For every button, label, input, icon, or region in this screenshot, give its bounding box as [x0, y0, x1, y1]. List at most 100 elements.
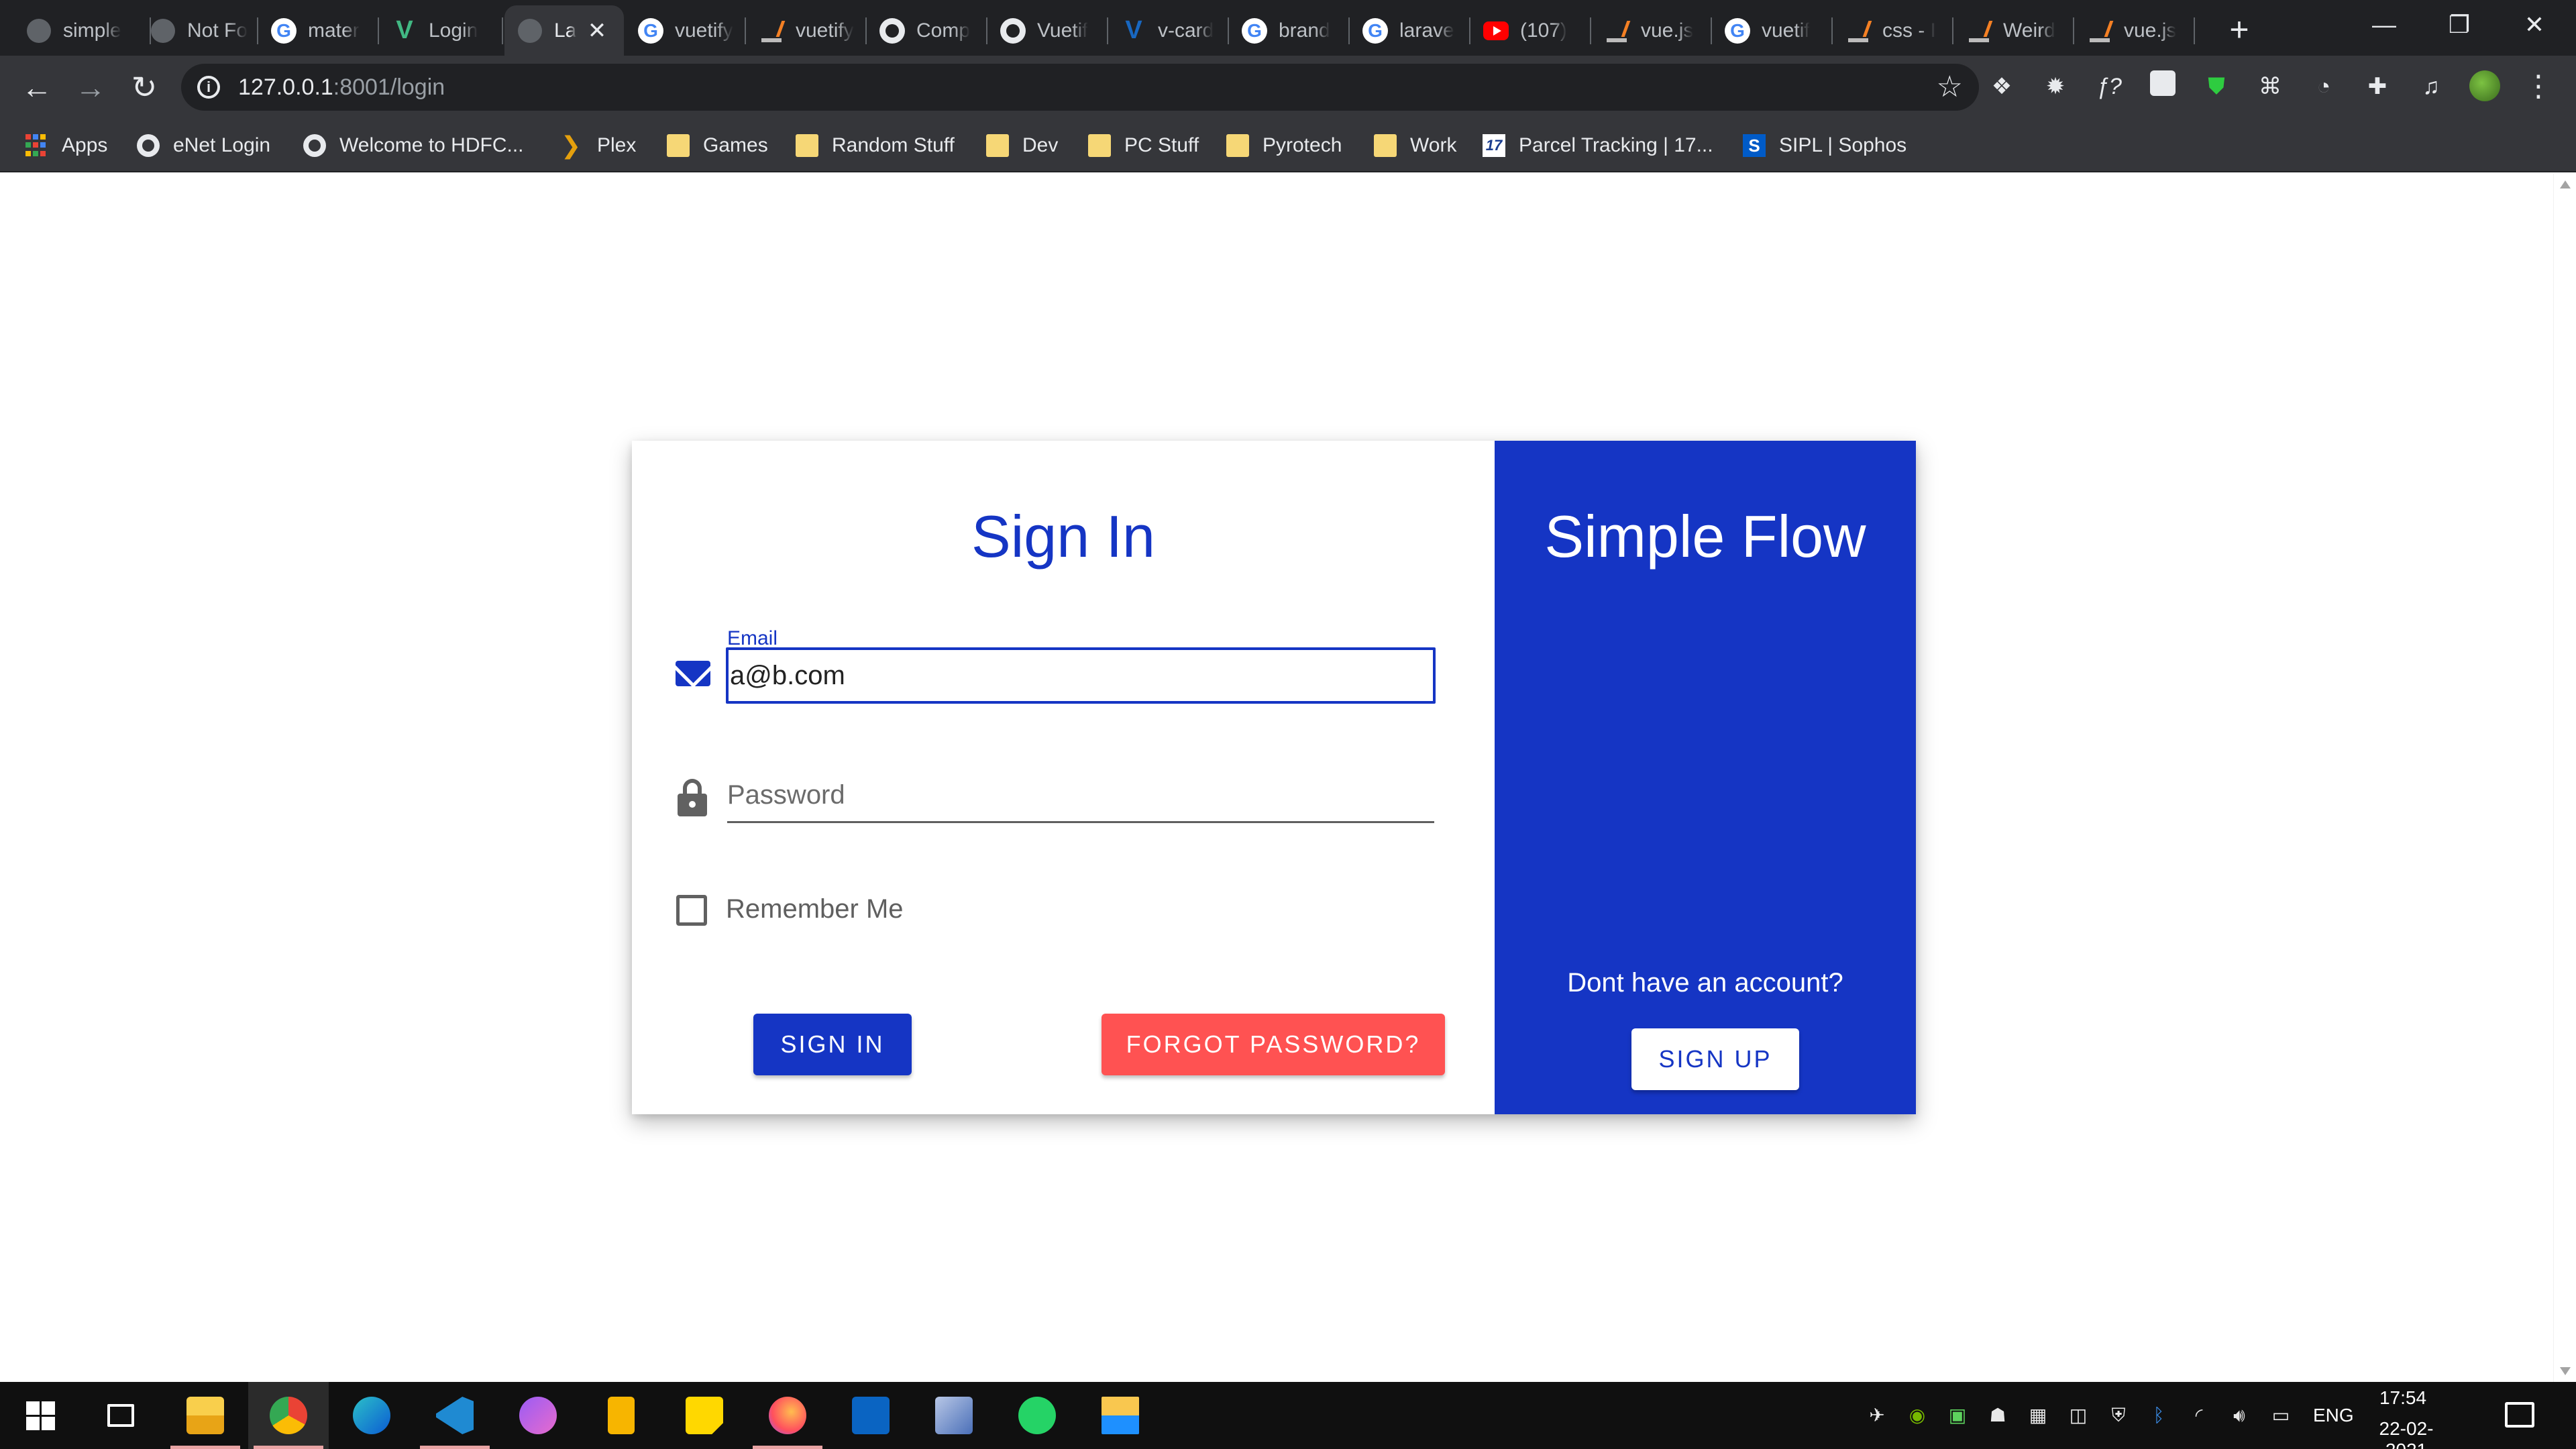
outlook-icon[interactable]: [830, 1382, 911, 1449]
scroll-up-arrow-icon[interactable]: [2560, 180, 2571, 189]
sign-in-button[interactable]: SIGN IN: [753, 1014, 912, 1075]
whatsapp-icon[interactable]: [997, 1382, 1077, 1449]
browser-tab[interactable]: V Login: [379, 5, 503, 56]
url-text[interactable]: 127.0.0.1:8001/login: [238, 64, 445, 111]
browser-tab[interactable]: vuetify: [746, 5, 867, 56]
file-explorer-icon[interactable]: [165, 1382, 246, 1449]
function-icon[interactable]: ƒ?: [2093, 70, 2125, 103]
puzzle-ext-icon[interactable]: [2147, 70, 2179, 103]
nvidia-icon[interactable]: ◉: [1904, 1402, 1931, 1429]
email-field[interactable]: [726, 647, 1436, 704]
browser-tab[interactable]: simple: [13, 5, 151, 56]
wifi-icon[interactable]: ◜: [2186, 1402, 2212, 1429]
bookmark-folder-dev[interactable]: Dev: [986, 119, 1058, 172]
globe-icon: [25, 17, 52, 44]
windows-start-icon[interactable]: [0, 1382, 80, 1449]
scroll-down-arrow-icon[interactable]: [2560, 1367, 2571, 1375]
tab-title: v-card: [1158, 19, 1214, 42]
site-info-icon[interactable]: i: [197, 76, 220, 99]
minimize-button[interactable]: —: [2347, 0, 2422, 50]
forgot-password-button[interactable]: FORGOT PASSWORD?: [1102, 1014, 1445, 1075]
sticky-notes-icon[interactable]: [664, 1382, 745, 1449]
bookmark-folder-random-stuff[interactable]: Random Stuff: [796, 119, 955, 172]
shield-icon[interactable]: ⛊: [2200, 70, 2233, 103]
bookmark-sipl-sophos[interactable]: S SIPL | Sophos: [1743, 119, 1907, 172]
browser-tab[interactable]: G vuetif: [1712, 5, 1833, 56]
browser-tab[interactable]: vue.js: [1591, 5, 1712, 56]
language-indicator[interactable]: ENG: [2313, 1402, 2354, 1429]
battery-icon[interactable]: ▭: [2267, 1402, 2294, 1429]
folder-app-icon[interactable]: [1080, 1382, 1161, 1449]
firefox-icon[interactable]: [747, 1382, 828, 1449]
bookmark-apps[interactable]: Apps: [25, 119, 107, 172]
password-field[interactable]: [727, 769, 1434, 823]
tab-close-icon[interactable]: ✕: [584, 17, 610, 44]
clock-date[interactable]: 22-02-2021: [2363, 1418, 2450, 1449]
browser-tab[interactable]: Vuetif: [987, 5, 1108, 56]
browser-tab[interactable]: G brand: [1229, 5, 1350, 56]
tray-app-icon[interactable]: ✈: [1864, 1402, 1890, 1429]
browser-tab-active[interactable]: La ✕: [504, 5, 624, 56]
tab-title: css - I: [1882, 19, 1936, 42]
bookmark-parcel-tracking[interactable]: 17 Parcel Tracking | 17...: [1483, 119, 1713, 172]
page-scrollbar[interactable]: [2553, 174, 2576, 1382]
bookmark-hdfc[interactable]: Welcome to HDFC...: [303, 119, 524, 172]
defender-shield-icon[interactable]: ⛨: [2105, 1402, 2132, 1429]
bluetooth-icon[interactable]: ᛒ: [2145, 1402, 2172, 1429]
tab-title: La: [554, 19, 577, 42]
edge-icon[interactable]: ◔: [2308, 70, 2340, 103]
browser-tab[interactable]: Not Fo: [138, 5, 258, 56]
forward-button[interactable]: →: [68, 65, 113, 109]
browser-tab[interactable]: G larave: [1350, 5, 1470, 56]
clock-time[interactable]: 17:54: [2369, 1387, 2436, 1409]
keep-icon[interactable]: [581, 1382, 661, 1449]
bookmark-plex[interactable]: ❯ Plex: [561, 119, 636, 172]
sign-up-button[interactable]: SIGN UP: [1631, 1028, 1799, 1090]
media-icon[interactable]: ♫: [2415, 70, 2447, 103]
extensions-icon[interactable]: ✚: [2361, 70, 2394, 103]
back-button[interactable]: ←: [15, 65, 59, 109]
browser-tab[interactable]: vue.js: [2074, 5, 2195, 56]
bookmark-folder-work[interactable]: Work: [1374, 119, 1456, 172]
remember-me-checkbox[interactable]: [676, 895, 707, 926]
browser-tab[interactable]: G vuetify: [625, 5, 746, 56]
bookmark-folder-games[interactable]: Games: [667, 119, 768, 172]
browser-tab[interactable]: G mater: [258, 5, 379, 56]
tray-green-icon[interactable]: ▣: [1944, 1402, 1971, 1429]
browser-tab[interactable]: Weird: [1953, 5, 2074, 56]
edge-icon[interactable]: [331, 1382, 412, 1449]
bookmark-enet-login[interactable]: eNet Login: [137, 119, 270, 172]
translate-icon[interactable]: ⌘: [2254, 70, 2286, 103]
network-app-icon[interactable]: [914, 1382, 994, 1449]
close-window-button[interactable]: ✕: [2497, 0, 2572, 50]
tray-grid-icon[interactable]: ▦: [2025, 1402, 2051, 1429]
gear-icon[interactable]: ✹: [2039, 70, 2072, 103]
email-icon: [676, 661, 710, 686]
menu-button[interactable]: ⋮: [2522, 70, 2555, 103]
tray-image-icon[interactable]: ◫: [2065, 1402, 2092, 1429]
bookmark-folder-pc-stuff[interactable]: PC Stuff: [1088, 119, 1199, 172]
remember-me-label[interactable]: Remember Me: [726, 894, 904, 924]
restore-button[interactable]: ❐: [2422, 0, 2497, 50]
browser-tab[interactable]: (107): [1470, 5, 1591, 56]
vscode-icon[interactable]: [415, 1382, 495, 1449]
app-icon[interactable]: [498, 1382, 578, 1449]
notification-center-icon[interactable]: [2505, 1402, 2534, 1428]
address-bar[interactable]: i 127.0.0.1:8001/login ☆: [181, 64, 1979, 111]
browser-tab[interactable]: V v-card: [1108, 5, 1229, 56]
google-icon: G: [1241, 17, 1268, 44]
avatar-icon[interactable]: [2469, 70, 2501, 103]
chrome-icon[interactable]: [248, 1382, 329, 1449]
bookmark-folder-pyrotech[interactable]: Pyrotech: [1226, 119, 1342, 172]
bookmark-label: Dev: [1022, 134, 1059, 156]
browser-tab[interactable]: css - I: [1833, 5, 1953, 56]
tray-user-icon[interactable]: ☗: [1984, 1402, 2011, 1429]
task-view-icon[interactable]: [80, 1382, 161, 1449]
browser-tab[interactable]: Comp: [867, 5, 987, 56]
dropbox-icon[interactable]: ❖: [1986, 70, 2018, 103]
reload-button[interactable]: ↻: [122, 65, 166, 109]
new-tab-button[interactable]: +: [2220, 11, 2258, 48]
lock-icon: [678, 779, 707, 816]
bookmark-star-icon[interactable]: ☆: [1937, 69, 1963, 105]
volume-icon[interactable]: 🔊︎: [2226, 1402, 2253, 1429]
